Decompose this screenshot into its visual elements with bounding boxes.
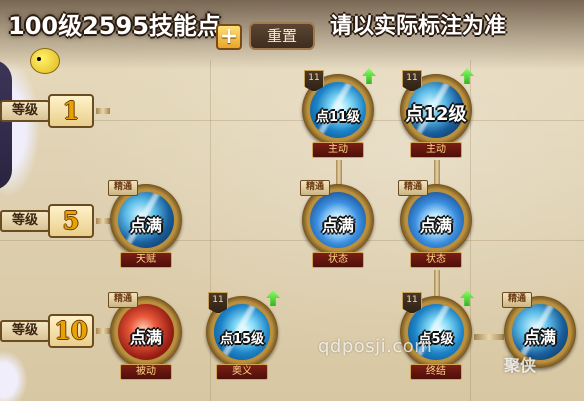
skill-type-banner: 状态 [312,252,364,268]
skill-node[interactable]: 精通 状态 点满 [300,180,374,276]
mastery-tag: 精通 [300,180,330,196]
skill-type-banner: 天赋 [120,252,172,268]
skill-points-title: 100级2595技能点 [8,12,221,40]
skill-recommendation: 点11级 [315,110,361,125]
mastery-tag: 精通 [108,292,138,308]
skill-node[interactable]: 11 主动 点12级 [400,68,474,166]
skill-type-banner: 奥义 [216,364,268,380]
cloud-decoration [0,350,28,401]
skill-node[interactable]: 精通 被动 点满 [108,292,182,388]
upgrade-arrow-icon [362,68,376,84]
skill-type-banner: 主动 [312,142,364,158]
skill-node[interactable]: 精通 状态 点满 [398,180,472,276]
skill-node[interactable]: 精通 天赋 点满 [108,180,182,276]
corner-logo-text: 聚侠 [504,356,537,375]
upgrade-arrow-icon [460,68,474,84]
connector [96,108,110,114]
level-label: 等级 [0,320,50,342]
skill-recommendation: 点15级 [219,332,265,347]
skill-type-banner: 状态 [410,252,462,268]
level-value: 5 [48,204,94,238]
mastery-tag: 精通 [398,180,428,196]
level-plate-1: 等级 1 [0,94,98,128]
level-plate-5: 等级 5 [0,204,98,238]
skill-recommendation: 点满 [129,216,162,235]
skill-node[interactable]: 11 奥义 点15级 [206,290,280,388]
reset-button[interactable]: 重置 [249,22,315,50]
level-value: 1 [48,94,94,128]
skill-type-banner: 主动 [410,142,462,158]
level-value: 10 [48,314,94,348]
skill-recommendation: 点满 [419,216,452,235]
level-label: 等级 [0,100,50,122]
map-line [0,240,584,241]
skill-recommendation: 点满 [523,328,556,347]
upgrade-arrow-icon [266,290,280,306]
skill-recommendation: 点12级 [405,104,467,125]
skill-type-banner: 终结 [410,364,462,380]
skill-recommendation: 点满 [321,216,354,235]
watermark-text: qdposji.com [318,336,433,357]
plus-icon: + [219,24,239,49]
upgrade-arrow-icon [460,290,474,306]
skill-node[interactable]: 11 主动 点11级 [302,68,376,166]
level-plate-10: 等级 10 [0,314,98,348]
skill-type-banner: 被动 [120,364,172,380]
chick-mascot-icon [30,48,60,74]
level-label: 等级 [0,210,50,232]
mastery-tag: 精通 [108,180,138,196]
skill-tree-screen: 100级2595技能点 + 重置 请以实际标注为准 等级 1 等级 5 等级 1… [0,0,584,401]
note-text: 请以实际标注为准 [330,14,507,39]
add-skill-points-button[interactable]: + [216,24,242,50]
mastery-tag: 精通 [502,292,532,308]
skill-recommendation: 点满 [129,328,162,347]
